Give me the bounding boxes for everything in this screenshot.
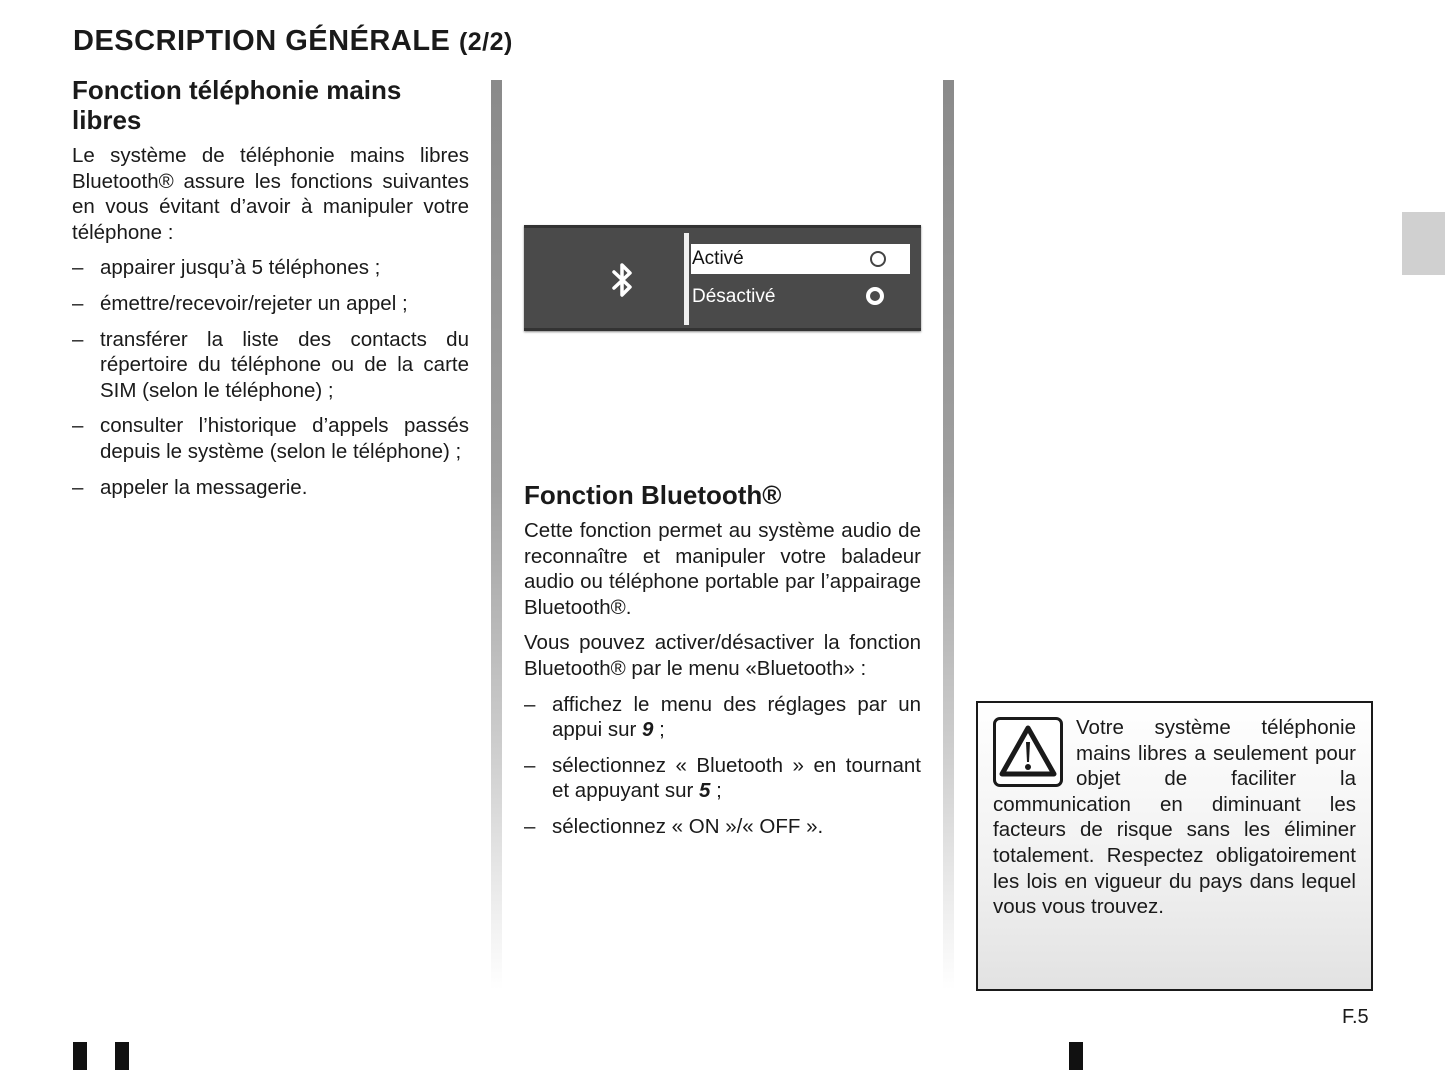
handsfree-feature-list: appairer jusqu’à 5 téléphones ; émettre/… [72,255,469,500]
section-heading-bluetooth: Fonction Bluetooth® [524,480,782,510]
column-divider [491,80,502,990]
list-item: affichez le menu des réglages par un app… [524,692,921,743]
handsfree-intro: Le système de téléphonie mains libres Bl… [72,144,469,244]
page-title: DESCRIPTION GÉNÉRALE (2/2) [73,22,513,61]
bluetooth-paragraph: Cette fonction permet au système audio d… [524,519,921,619]
crop-mark [1069,1042,1083,1070]
list-item: sélectionnez « ON »/« OFF ». [524,814,921,840]
crop-mark [115,1042,129,1070]
step-text: sélectionnez « Bluetooth » en tournant e… [552,753,921,803]
page-title-text: DESCRIPTION GÉNÉRALE [73,25,451,57]
column-divider [943,80,954,990]
warning-icon [993,717,1063,787]
bluetooth-steps: affichez le menu des réglages par un app… [524,692,921,840]
step-text: affichez le menu des réglages par un app… [552,692,921,742]
list-item: consulter l’historique d’appels passés d… [72,413,469,464]
option-active[interactable]: Activé [691,244,910,274]
bluetooth-settings-screen: Activé Désactivé [524,225,921,331]
radio-button-icon[interactable] [870,251,886,267]
key-reference: 9 [642,718,654,742]
section-heading-handsfree: Fonction téléphonie mains libres [72,75,402,135]
option-inactive[interactable]: Désactivé [691,282,910,312]
list-item: transférer la liste des contacts du répe… [72,327,469,404]
list-item: émettre/recevoir/rejeter un appel ; [72,291,469,317]
step-text: sélectionnez « ON »/« OFF ». [552,814,824,838]
middle-column: Fonction Bluetooth® Cette fonction perme… [524,480,921,850]
page-title-suffix: (2/2) [458,28,513,56]
list-item: appairer jusqu’à 5 téléphones ; [72,255,469,281]
list-item: appeler la messagerie. [72,475,469,501]
page-number: F.5 [1342,1006,1369,1028]
radio-button-icon[interactable] [866,287,884,305]
screen-divider [684,233,689,325]
key-reference: 5 [699,779,711,803]
bluetooth-paragraph: Vous pouvez activer/désactiver la foncti… [524,631,921,680]
bluetooth-icon [612,263,632,297]
step-text: ; [710,779,722,803]
left-column: Fonction téléphonie mains libres Le syst… [72,75,469,510]
crop-mark [73,1042,87,1070]
option-label: Désactivé [692,286,776,307]
option-label: Activé [692,248,744,269]
list-item: sélectionnez « Bluetooth » en tournant e… [524,753,921,804]
step-text: ; [653,718,665,742]
chapter-tab [1402,212,1445,275]
warning-box: Votre système téléphonie mains libres a … [976,701,1373,991]
